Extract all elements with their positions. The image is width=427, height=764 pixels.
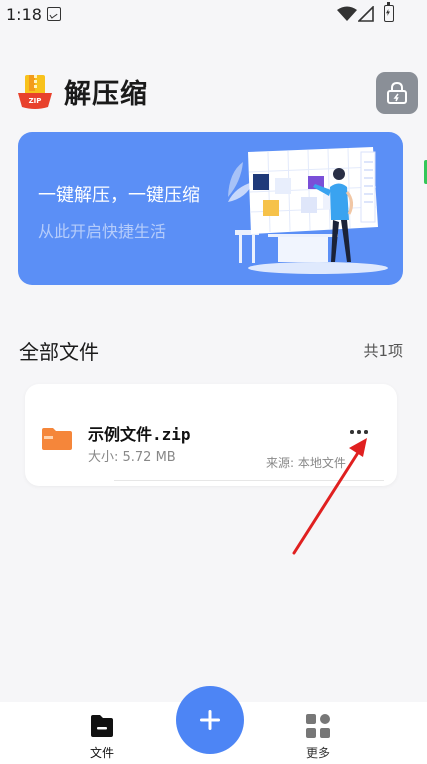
promo-banner[interactable]: 一键解压，一键压缩 从此开启快捷生活	[18, 132, 403, 285]
status-time: 1:18	[6, 5, 42, 24]
lock-button[interactable]	[376, 72, 418, 114]
file-name: 示例文件.zip	[88, 425, 191, 444]
folder-tab-icon	[91, 715, 113, 737]
logo-text: ZIP	[29, 97, 42, 105]
nav-files-label: 文件	[89, 746, 114, 760]
wifi-icon	[337, 6, 357, 21]
more-dot-icon	[350, 430, 354, 434]
banner-illustration	[228, 147, 388, 274]
banner-headline: 一键解压，一键压缩	[38, 185, 200, 206]
lock-icon	[387, 81, 407, 104]
file-size: 大小: 5.72 MB	[88, 450, 176, 465]
grid-icon	[306, 714, 330, 738]
nav-files-tab[interactable]: 文件	[72, 710, 132, 762]
section-title: 全部文件	[19, 340, 99, 364]
battery-charging-icon	[384, 2, 394, 22]
notification-icon	[47, 7, 61, 21]
more-dot-icon	[357, 430, 361, 434]
zip-app-logo: ZIP	[18, 75, 52, 109]
app-title: 解压缩	[64, 79, 148, 110]
nav-more-label: 更多	[305, 746, 330, 760]
nav-more-tab[interactable]: 更多	[288, 710, 348, 762]
item-count: 共1项	[363, 342, 403, 360]
add-button[interactable]	[176, 686, 244, 754]
plus-icon	[200, 710, 220, 730]
folder-icon	[42, 428, 72, 450]
signal-icon	[358, 6, 374, 22]
status-bar: 1:18	[0, 0, 427, 30]
banner-subtitle: 从此开启快捷生活	[38, 222, 167, 241]
more-dot-icon	[364, 430, 368, 434]
annotation-arrow-icon	[292, 438, 367, 555]
